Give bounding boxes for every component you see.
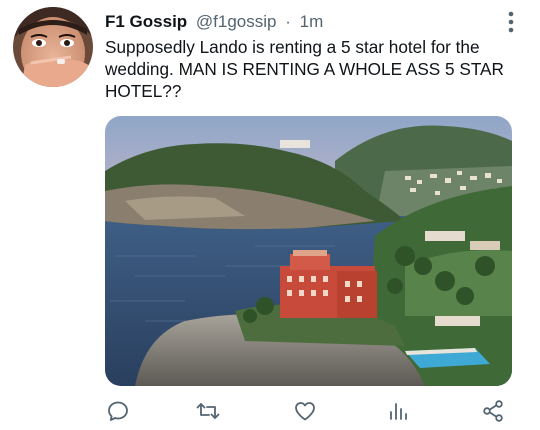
more-options-button[interactable] (500, 10, 522, 34)
analytics-button[interactable] (383, 396, 413, 426)
tweet-header: F1 Gossip @f1gossip · 1m (105, 11, 323, 33)
analytics-icon (390, 403, 407, 420)
separator-dot: · (285, 12, 291, 31)
more-vertical-icon (508, 11, 514, 33)
tweet-actions (0, 396, 540, 426)
reply-button[interactable] (103, 396, 133, 426)
tweet[interactable]: F1 Gossip @f1gossip · 1m Supposedly Land… (0, 0, 540, 430)
heart-icon (295, 402, 315, 421)
share-button[interactable] (478, 396, 508, 426)
tweet-image[interactable] (105, 116, 512, 386)
timestamp[interactable]: 1m (300, 12, 324, 31)
retweet-button[interactable] (193, 396, 223, 426)
tweet-text: Supposedly Lando is renting a 5 star hot… (105, 37, 504, 101)
reply-icon (108, 401, 128, 421)
share-icon (483, 400, 503, 422)
retweet-icon (196, 403, 220, 419)
like-button[interactable] (290, 396, 320, 426)
avatar[interactable] (13, 7, 93, 87)
user-handle[interactable]: @f1gossip (196, 12, 277, 31)
display-name[interactable]: F1 Gossip (105, 12, 187, 31)
